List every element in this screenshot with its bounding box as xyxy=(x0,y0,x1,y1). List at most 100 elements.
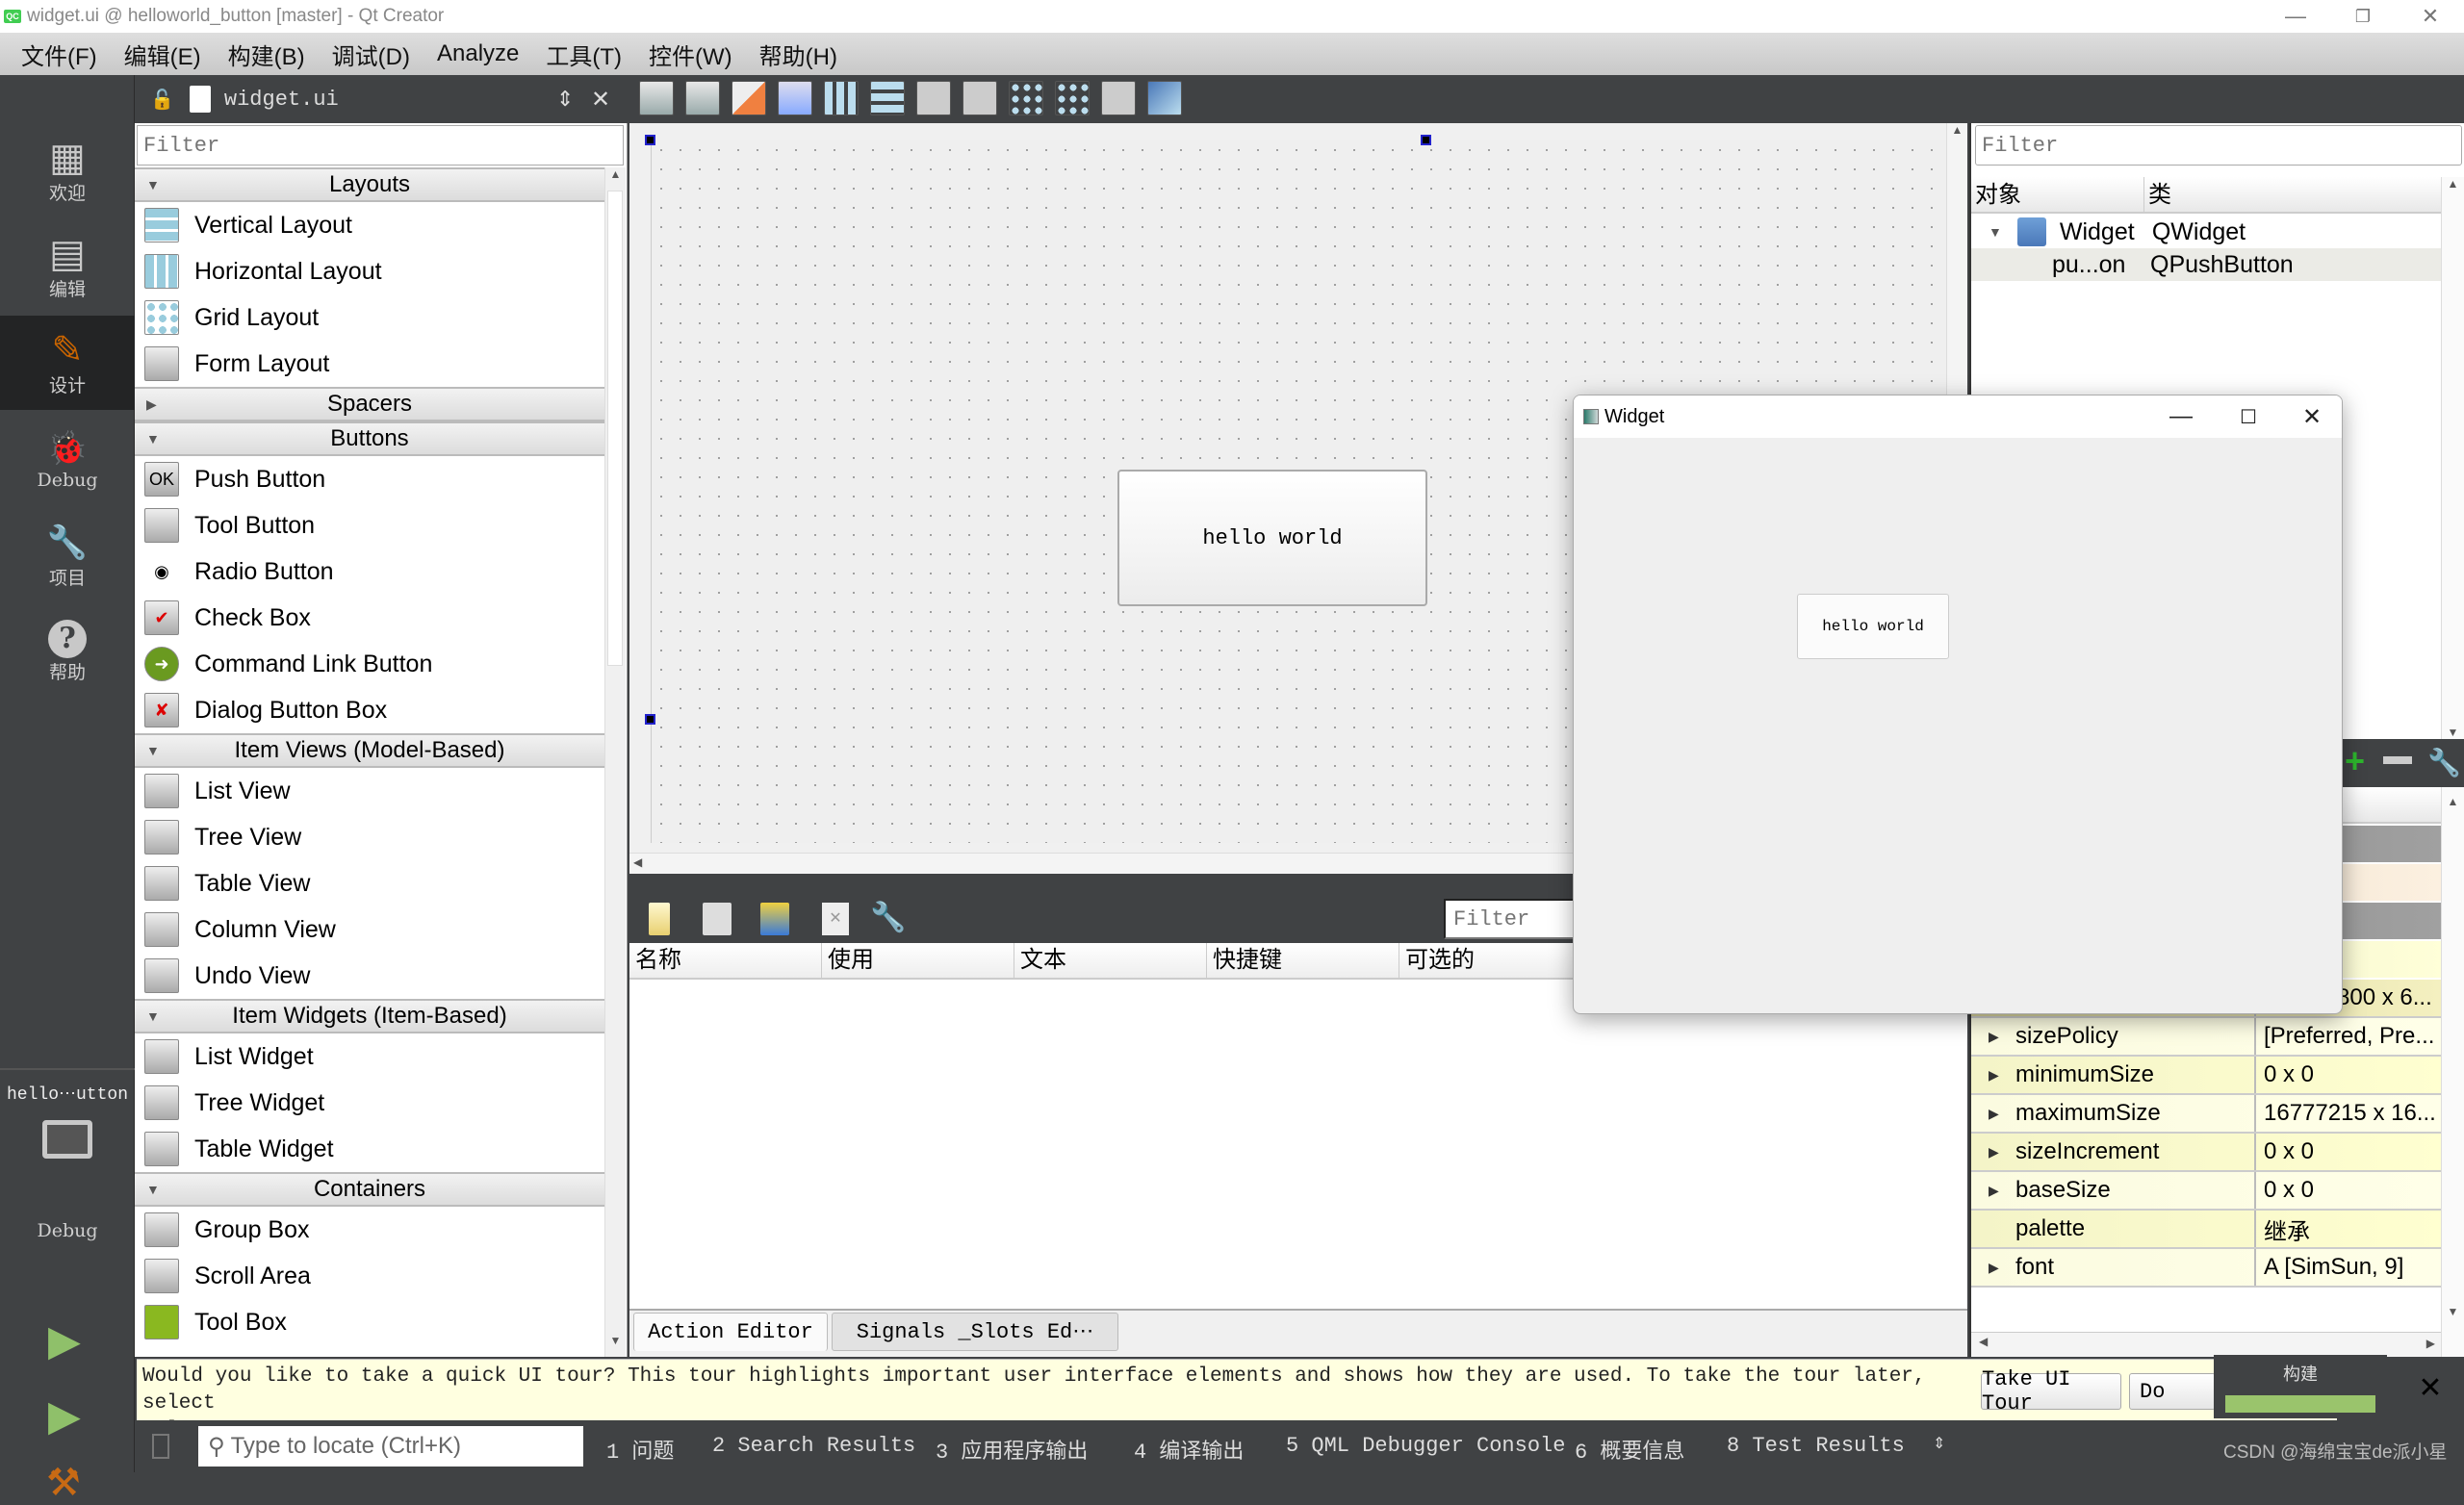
restore-button[interactable]: ❐ xyxy=(2329,0,2397,33)
resize-handle-top-left[interactable] xyxy=(645,135,655,145)
property-row-maximumsize[interactable]: ▶ maximumSize 16777215 x 16... xyxy=(1971,1095,2443,1134)
widget-item-radio-button[interactable]: ◉ Radio Button xyxy=(135,548,604,595)
object-filter-input[interactable] xyxy=(1975,125,2462,166)
configure-wrench-icon[interactable]: 🔧 xyxy=(2427,747,2461,778)
widget-item-dialog-button-box[interactable]: ✘ Dialog Button Box xyxy=(135,687,604,733)
widget-item-table-widget[interactable]: Table Widget xyxy=(135,1126,604,1172)
expand-arrow-icon[interactable]: ▶ xyxy=(1989,1029,1999,1045)
edit-buddies-icon[interactable] xyxy=(732,81,766,115)
pane-qml-debugger-console[interactable]: 5 QML Debugger Console xyxy=(1286,1434,1565,1458)
build-hammer-icon[interactable]: ⚒ xyxy=(46,1461,81,1505)
tab-action-editor[interactable]: Action Editor xyxy=(633,1313,828,1351)
expand-arrow-icon[interactable]: ▼ xyxy=(1989,224,2002,240)
column-object[interactable]: 对象 xyxy=(1971,177,2144,212)
more-panes-icon[interactable]: ⇕ xyxy=(1933,1434,1945,1453)
category-layouts[interactable]: ▼ Layouts xyxy=(135,167,604,202)
widget-item-column-view[interactable]: Column View xyxy=(135,906,604,953)
switch-document-icon[interactable]: ⇕ xyxy=(556,87,574,112)
widget-item-push-button[interactable]: OK Push Button xyxy=(135,456,604,502)
adjust-size-icon[interactable] xyxy=(1147,81,1182,115)
tab-signals-slots-editor[interactable]: Signals _Slots Ed⋯ xyxy=(832,1313,1118,1351)
copy-action-icon[interactable] xyxy=(703,903,732,935)
property-row-basesize[interactable]: ▶ baseSize 0 x 0 xyxy=(1971,1172,2443,1211)
remove-dynamic-property-icon[interactable] xyxy=(2383,756,2412,764)
pane-application-output[interactable]: 3 应用程序输出 xyxy=(936,1434,1088,1465)
column-text[interactable]: 文本 xyxy=(1014,943,1207,978)
property-value[interactable]: 0 x 0 xyxy=(2256,1138,2314,1165)
close-document-icon[interactable]: ✕ xyxy=(591,86,610,114)
widget-filter-input[interactable] xyxy=(137,125,624,166)
menu-file[interactable]: 文件(F) xyxy=(21,38,97,71)
kit-project-name[interactable]: hello⋯utton xyxy=(0,1084,135,1105)
widget-item-grid-layout[interactable]: Grid Layout xyxy=(135,294,604,341)
menu-edit[interactable]: 编辑(E) xyxy=(124,38,201,71)
widget-item-tree-view[interactable]: Tree View xyxy=(135,814,604,860)
column-name[interactable]: 名称 xyxy=(629,943,822,978)
expand-arrow-icon[interactable]: ▶ xyxy=(1989,1144,1999,1161)
splitter-vertical-icon[interactable] xyxy=(962,81,997,115)
category-item-widgets-item-based[interactable]: ▼ Item Widgets (Item-Based) xyxy=(135,999,604,1033)
menu-controls[interactable]: 控件(W) xyxy=(649,38,732,71)
take-ui-tour-button[interactable]: Take UI Tour xyxy=(1981,1367,2121,1416)
menu-help[interactable]: 帮助(H) xyxy=(759,38,837,71)
layout-vertical-icon[interactable] xyxy=(870,81,905,115)
widget-item-group-box[interactable]: Group Box xyxy=(135,1207,604,1253)
property-row-palette[interactable]: palette 继承 xyxy=(1971,1211,2443,1249)
tree-row-pushbutton[interactable]: pu...on QPushButton xyxy=(1971,248,2443,281)
column-class[interactable]: 类 xyxy=(2144,177,2171,212)
expand-arrow-icon[interactable]: ▶ xyxy=(1989,1183,1999,1199)
resize-handle-left[interactable] xyxy=(645,714,655,725)
action-filter-input[interactable] xyxy=(1444,899,1578,939)
widget-window-title-bar[interactable]: Widget — ☐ ✕ xyxy=(1574,395,2342,438)
edit-widgets-icon[interactable] xyxy=(639,81,674,115)
hello-world-push-button[interactable]: hello world xyxy=(1117,470,1427,606)
category-item-views-model-based[interactable]: ▼ Item Views (Model-Based) xyxy=(135,733,604,768)
widget-minimize-button[interactable]: — xyxy=(2147,395,2215,438)
property-row-font[interactable]: ▶ font A [SimSun, 9] xyxy=(1971,1249,2443,1288)
property-value[interactable]: 16777215 x 16... xyxy=(2256,1100,2436,1127)
close-button[interactable]: ✕ xyxy=(2397,0,2464,33)
running-widget-window[interactable]: Widget — ☐ ✕ hello world xyxy=(1573,395,2343,1014)
property-value[interactable]: [Preferred, Pre... xyxy=(2256,1023,2434,1050)
pane-compile-output[interactable]: 4 编译输出 xyxy=(1134,1434,1244,1465)
mode-help[interactable]: ? 帮助 xyxy=(0,604,135,699)
property-value[interactable]: 继承 xyxy=(2256,1212,2310,1246)
pane-issues[interactable]: 1 问题 xyxy=(606,1434,674,1465)
add-dynamic-property-icon[interactable]: + xyxy=(2345,741,2365,781)
splitter-horizontal-icon[interactable] xyxy=(916,81,951,115)
widget-item-command-link-button[interactable]: ➜ Command Link Button xyxy=(135,641,604,687)
widget-item-form-layout[interactable]: Form Layout xyxy=(135,341,604,387)
layout-grid-icon[interactable] xyxy=(1055,81,1090,115)
property-value[interactable]: 0 x 0 xyxy=(2256,1177,2314,1204)
property-vertical-scrollbar[interactable]: ▲ ▼ xyxy=(2441,787,2464,1357)
pane-test-results[interactable]: 8 Test Results xyxy=(1727,1434,1905,1458)
minimize-button[interactable]: — xyxy=(2262,0,2329,33)
category-spacers[interactable]: ▶ Spacers xyxy=(135,387,604,421)
column-used[interactable]: 使用 xyxy=(822,943,1014,978)
debug-run-icon[interactable]: ▶ xyxy=(48,1391,81,1441)
hello-world-button[interactable]: hello world xyxy=(1797,594,1949,659)
widget-item-table-view[interactable]: Table View xyxy=(135,860,604,906)
expand-arrow-icon[interactable]: ▶ xyxy=(1989,1067,1999,1084)
toggle-sidebar-icon[interactable] xyxy=(152,1434,169,1459)
mode-debug[interactable]: 🐞 Debug xyxy=(0,412,135,506)
widget-item-tool-button[interactable]: Tool Button xyxy=(135,502,604,548)
menu-analyze[interactable]: Analyze xyxy=(437,40,519,67)
file-name[interactable]: widget.ui xyxy=(224,88,339,112)
menu-debug[interactable]: 调试(D) xyxy=(332,38,410,71)
kit-build-config[interactable]: Debug xyxy=(0,1220,135,1241)
category-buttons[interactable]: ▼ Buttons xyxy=(135,421,604,456)
column-shortcut[interactable]: 快捷键 xyxy=(1207,943,1399,978)
property-value[interactable]: A [SimSun, 9] xyxy=(2256,1254,2403,1281)
widget-item-undo-view[interactable]: Undo View xyxy=(135,953,604,999)
edit-signals-slots-icon[interactable] xyxy=(685,81,720,115)
mode-projects[interactable]: 🔧 项目 xyxy=(0,508,135,602)
mode-welcome[interactable]: ▦ 欢迎 xyxy=(0,123,135,217)
tree-row-widget[interactable]: ▼ Widget QWidget xyxy=(1971,216,2443,248)
menu-tools[interactable]: 工具(T) xyxy=(546,38,622,71)
layout-horizontal-icon[interactable] xyxy=(824,81,859,115)
property-row-sizeincrement[interactable]: ▶ sizeIncrement 0 x 0 xyxy=(1971,1134,2443,1172)
category-containers[interactable]: ▼ Containers xyxy=(135,1172,604,1207)
property-value[interactable]: 0 x 0 xyxy=(2256,1061,2314,1088)
column-checkable[interactable]: 可选的 xyxy=(1399,943,1592,978)
